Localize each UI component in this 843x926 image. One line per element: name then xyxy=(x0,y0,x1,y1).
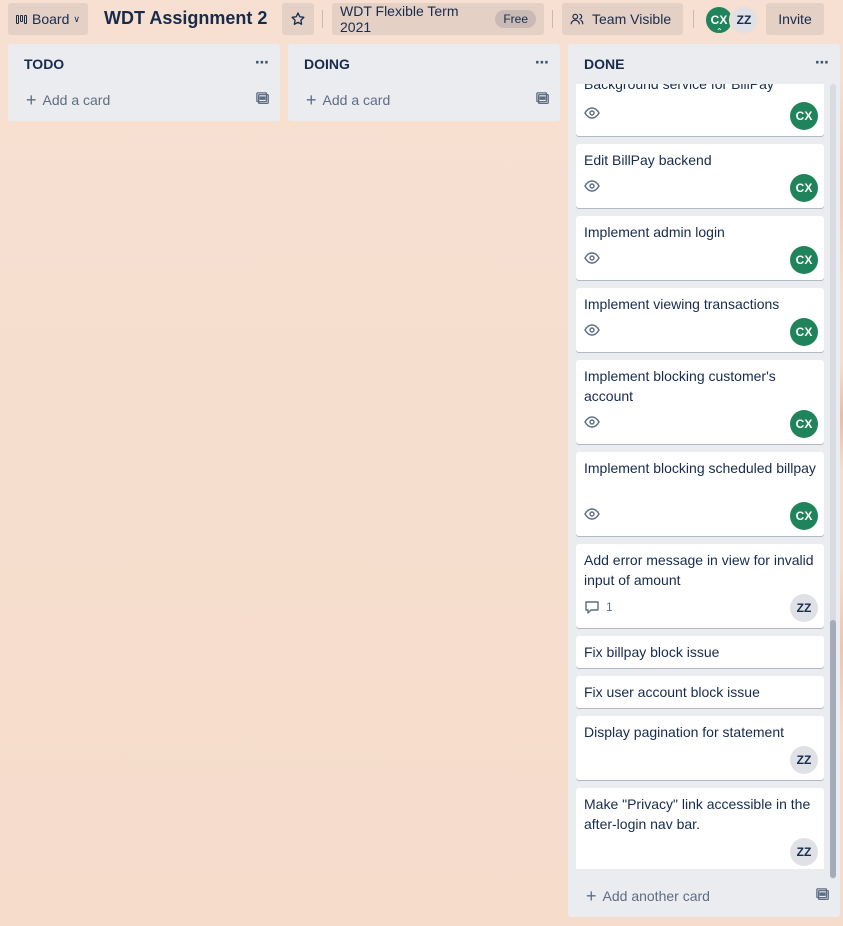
card-member-avatar[interactable]: CX xyxy=(790,502,818,530)
list-title[interactable]: DONE xyxy=(584,56,624,72)
card-member-avatar[interactable]: CX xyxy=(790,410,818,438)
card-title: Implement viewing transactions xyxy=(584,296,780,312)
card-template-icon[interactable] xyxy=(256,92,270,106)
card-badges xyxy=(584,324,600,336)
admin-chevron-icon: ⌃ xyxy=(716,27,723,36)
card-title: Implement admin login xyxy=(584,224,725,240)
card[interactable]: Implement viewing transactions CX xyxy=(576,288,824,352)
list-menu-button[interactable]: ⋯ xyxy=(255,54,270,71)
visibility-button[interactable]: Team Visible xyxy=(562,3,683,35)
visibility-label: Team Visible xyxy=(592,11,672,27)
list-menu-button[interactable]: ⋯ xyxy=(535,54,550,71)
card-title: Background service for BillPay xyxy=(584,84,774,92)
list-todo: TODO ⋯ + Add a card xyxy=(8,44,280,121)
card-title: Implement blocking customer's account xyxy=(584,368,776,404)
team-visible-icon xyxy=(570,13,584,25)
avatar-initials: CX xyxy=(710,13,728,27)
card-template-icon[interactable] xyxy=(536,92,550,106)
card-member-avatar[interactable]: CX xyxy=(790,102,818,130)
add-card-button[interactable]: + Add a card xyxy=(296,88,552,112)
workspace-label: WDT Flexible Term 2021 xyxy=(340,3,459,35)
invite-button[interactable]: Invite xyxy=(766,3,824,35)
card-badges xyxy=(584,252,600,264)
board-view-switcher[interactable]: Board ∨ xyxy=(8,3,88,35)
card-badges xyxy=(584,107,600,119)
board-header: Board ∨ WDT Assignment 2 WDT Flexible Te… xyxy=(0,0,843,40)
list-done: DONE ⋯ Background service for BillPay CX… xyxy=(568,44,840,917)
card-member-avatar[interactable]: CX xyxy=(790,174,818,202)
eye-icon xyxy=(584,416,600,428)
card[interactable]: Fix billpay block issue xyxy=(576,636,824,668)
card[interactable]: Implement admin login CX xyxy=(576,216,824,280)
board-title[interactable]: WDT Assignment 2 xyxy=(104,8,267,29)
header-divider xyxy=(552,10,553,28)
list-scrollbar[interactable] xyxy=(830,84,836,879)
card-badges xyxy=(584,416,600,428)
card-title: Fix billpay block issue xyxy=(584,644,720,660)
chevron-down-icon: ∨ xyxy=(73,13,80,24)
card[interactable]: Edit BillPay backend CX xyxy=(576,144,824,208)
list-doing: DOING ⋯ + Add a card xyxy=(288,44,560,121)
card[interactable]: Implement blocking scheduled billpay CX xyxy=(576,452,824,536)
star-icon xyxy=(291,12,305,25)
card[interactable]: Add error message in view for invalid in… xyxy=(576,544,824,628)
card[interactable]: Implement blocking customer's account CX xyxy=(576,360,824,444)
board-icon xyxy=(16,14,27,24)
eye-icon xyxy=(584,252,600,264)
eye-icon xyxy=(584,508,600,520)
add-card-button[interactable]: + Add a card xyxy=(16,88,272,112)
card-badges xyxy=(584,508,600,520)
plus-icon: + xyxy=(306,90,317,110)
add-card-label: Add a card xyxy=(42,92,111,108)
card[interactable]: Display pagination for statement ZZ xyxy=(576,716,824,780)
comment-icon xyxy=(585,601,599,614)
comment-count: 1 xyxy=(606,600,613,614)
plan-badge: Free xyxy=(495,10,536,28)
avatar-initials: ZZ xyxy=(736,13,752,27)
card[interactable]: Background service for BillPay CX xyxy=(576,84,824,136)
star-button[interactable] xyxy=(282,3,314,35)
plus-icon: + xyxy=(586,886,597,906)
eye-icon xyxy=(584,324,600,336)
list-title[interactable]: DOING xyxy=(304,56,350,72)
header-divider xyxy=(693,10,694,28)
member-avatar-zz[interactable]: ZZ xyxy=(729,5,759,35)
list-title[interactable]: TODO xyxy=(24,56,64,72)
board-view-label: Board xyxy=(32,11,70,27)
card-badges xyxy=(584,180,600,192)
card-title: Make "Privacy" link accessible in the af… xyxy=(584,796,811,832)
card-member-avatar[interactable]: CX xyxy=(790,318,818,346)
card-list: Background service for BillPay CX Edit B… xyxy=(576,84,824,869)
card-title: Edit BillPay backend xyxy=(584,152,712,168)
workspace-button[interactable]: WDT Flexible Term 2021 Free xyxy=(332,3,544,35)
card[interactable]: Make "Privacy" link accessible in the af… xyxy=(576,788,824,869)
card-template-icon[interactable] xyxy=(816,888,830,902)
card-title: Display pagination for statement xyxy=(584,724,784,740)
add-card-label: Add another card xyxy=(602,888,710,904)
list-menu-button[interactable]: ⋯ xyxy=(815,54,830,71)
card-title: Implement blocking scheduled billpay xyxy=(584,460,816,476)
add-card-label: Add a card xyxy=(322,92,391,108)
card-badges: 1 xyxy=(584,600,613,614)
card[interactable]: Fix user account block issue xyxy=(576,676,824,708)
card-member-avatar[interactable]: ZZ xyxy=(790,594,818,622)
card-member-avatar[interactable]: ZZ xyxy=(790,746,818,774)
card-title: Add error message in view for invalid in… xyxy=(584,552,814,588)
plus-icon: + xyxy=(26,90,37,110)
add-another-card-button[interactable]: + Add another card xyxy=(576,884,832,908)
header-divider xyxy=(322,10,323,28)
scrollbar-thumb[interactable] xyxy=(830,620,836,878)
eye-icon xyxy=(584,180,600,192)
card-member-avatar[interactable]: ZZ xyxy=(790,838,818,866)
card-title: Fix user account block issue xyxy=(584,684,760,700)
eye-icon xyxy=(584,107,600,119)
card-member-avatar[interactable]: CX xyxy=(790,246,818,274)
